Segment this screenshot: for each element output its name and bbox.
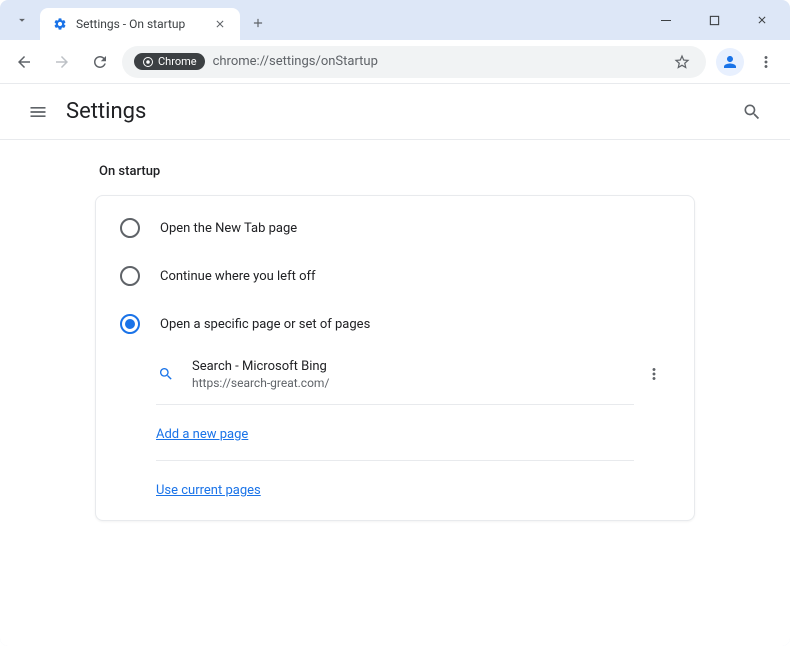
badge-label: Chrome [158,55,197,68]
use-current-row: Use current pages [96,465,694,512]
search-button[interactable] [734,94,770,130]
radio-icon [120,266,140,286]
radio-continue[interactable]: Continue where you left off [96,252,694,300]
plus-icon [251,16,265,30]
star-icon [673,53,691,71]
window-controls [646,5,782,35]
page-entry-menu-button[interactable] [638,358,670,390]
page-header: Settings [0,84,790,140]
forward-button[interactable] [46,46,78,78]
page-title: Settings [66,99,146,124]
content-area: On startup Open the New Tab page Continu… [0,140,790,521]
radio-label: Continue where you left off [160,269,316,284]
chrome-badge: Chrome [134,53,205,70]
radio-label: Open the New Tab page [160,221,297,236]
address-bar[interactable]: Chrome chrome://settings/onStartup [122,46,706,78]
startup-page-entry: Search - Microsoft Bing https://search-g… [96,348,694,400]
divider [156,460,634,461]
startup-page-name: Search - Microsoft Bing [192,359,622,374]
chrome-icon [142,56,154,68]
startup-page-url: https://search-great.com/ [192,376,622,390]
more-vert-icon [757,53,775,71]
reload-icon [91,53,109,71]
more-vert-icon [645,365,663,383]
startup-card: Open the New Tab page Continue where you… [95,195,695,521]
bookmark-button[interactable] [670,50,694,74]
arrow-right-icon [53,53,71,71]
close-icon[interactable] [212,16,228,32]
chevron-down-icon [15,13,29,27]
profile-button[interactable] [716,48,744,76]
add-page-row: Add a new page [96,409,694,456]
maximize-button[interactable] [694,5,734,35]
add-page-link[interactable]: Add a new page [156,427,248,442]
back-button[interactable] [8,46,40,78]
section-label: On startup [95,164,695,179]
search-icon [742,102,762,122]
gear-icon [52,16,68,32]
radio-icon [120,218,140,238]
browser-tab[interactable]: Settings - On startup [40,8,240,40]
reload-button[interactable] [84,46,116,78]
tab-title: Settings - On startup [76,17,204,31]
page-info: Search - Microsoft Bing https://search-g… [192,359,622,390]
arrow-left-icon [15,53,33,71]
radio-label: Open a specific page or set of pages [160,317,370,332]
use-current-link[interactable]: Use current pages [156,483,261,498]
url-text: chrome://settings/onStartup [213,54,662,69]
settings-page: Settings On startup Open the New Tab pag… [0,84,790,646]
close-window-button[interactable] [742,5,782,35]
new-tab-button[interactable] [244,9,272,37]
search-icon [156,364,176,384]
radio-new-tab[interactable]: Open the New Tab page [96,204,694,252]
radio-specific-pages[interactable]: Open a specific page or set of pages [96,300,694,348]
tab-bar: Settings - On startup [0,0,790,40]
radio-selected-icon [120,314,140,334]
minimize-button[interactable] [646,5,686,35]
person-icon [721,53,739,71]
hamburger-icon [28,102,48,122]
divider [156,404,634,405]
menu-button[interactable] [20,94,56,130]
toolbar: Chrome chrome://settings/onStartup [0,40,790,84]
tab-search-dropdown[interactable] [8,6,36,34]
browser-menu-button[interactable] [750,46,782,78]
